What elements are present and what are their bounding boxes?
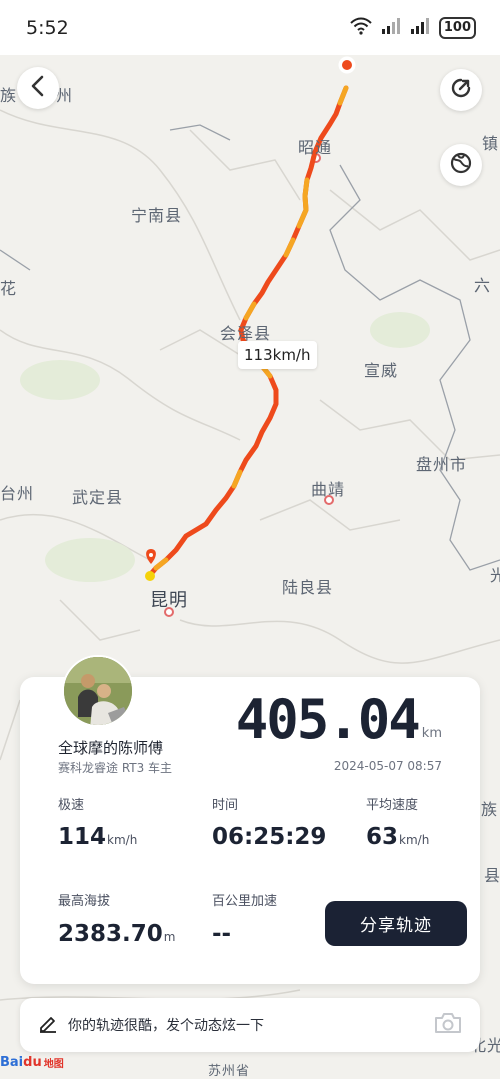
avg-speed-value: 63 <box>366 824 399 850</box>
avg-speed-unit: km/h <box>399 833 430 847</box>
map-label-edge: 六 <box>474 276 492 295</box>
map-layer-icon <box>449 151 473 179</box>
user-name: 全球摩的陈师傅 <box>58 739 164 757</box>
edit-icon <box>38 1013 58 1037</box>
acceleration-label: 百公里加速 <box>212 894 278 909</box>
max-altitude-label: 最高海拔 <box>58 894 111 909</box>
map-label-edge: 台州 <box>0 484 35 503</box>
avg-speed: 63 km/h <box>366 824 429 850</box>
avatar-image <box>64 657 132 725</box>
baidu-logo-du: du <box>23 1055 42 1070</box>
map-layer-button[interactable] <box>440 144 482 186</box>
camera-icon[interactable] <box>434 1012 462 1038</box>
top-speed-value: 114 <box>58 824 107 850</box>
max-altitude-unit: m <box>163 930 176 944</box>
avatar[interactable] <box>62 655 134 727</box>
share-route-button[interactable] <box>440 69 482 111</box>
distance: 405.04 km <box>236 691 442 749</box>
acceleration-value: -- <box>212 921 232 947</box>
signal-icon <box>381 17 401 38</box>
map-label-edge: 光 <box>490 566 500 585</box>
top-speed-unit: km/h <box>107 833 138 847</box>
map-label-edge: 苏州省 <box>208 1064 251 1079</box>
battery-indicator: 100 <box>438 16 476 39</box>
share-track-button[interactable]: 分享轨迹 <box>325 901 467 946</box>
back-button[interactable] <box>17 67 59 109</box>
status-icons: 100 <box>350 16 476 39</box>
time-label: 时间 <box>212 798 239 813</box>
max-altitude: 2383.70 m <box>58 921 175 947</box>
post-prompt-text: 你的轨迹很酷，发个动态炫一下 <box>68 1018 264 1034</box>
map-label-edge: 花 <box>0 279 18 298</box>
map-label-panzhou: 盘州市 <box>416 455 468 474</box>
avg-speed-label: 平均速度 <box>366 798 419 813</box>
map-label-qujing: 曲靖 <box>311 480 346 499</box>
map-label-kunming: 昆明 <box>150 590 188 611</box>
status-time: 5:52 <box>26 16 69 39</box>
baidu-map-logo: Bai du 地图 <box>0 1055 64 1070</box>
start-pin <box>145 549 156 581</box>
max-altitude-value: 2383.70 <box>58 921 163 947</box>
speed-tag: 113km/h <box>238 341 317 369</box>
time-value: 06:25:29 <box>212 824 327 850</box>
wifi-icon <box>350 17 372 39</box>
back-icon <box>29 75 47 101</box>
map-label-edge: 族 <box>0 86 18 105</box>
share-route-icon <box>449 76 473 104</box>
map-label-zhaotong: 昭通 <box>298 138 333 157</box>
baidu-logo-map: 地图 <box>43 1059 64 1070</box>
map-label-edge: 县 <box>484 866 500 885</box>
map-label-ningnan: 宁南县 <box>131 206 183 225</box>
map-label-xuanwei: 宣威 <box>364 361 399 380</box>
distance-unit: km <box>421 726 442 741</box>
trip-date: 2024-05-07 08:57 <box>333 759 442 773</box>
user-vehicle: 赛科龙睿途 RT3 车主 <box>58 761 173 775</box>
status-bar: 5:52 100 <box>0 0 500 55</box>
map-label-edge: 族 <box>481 800 499 819</box>
baidu-logo-bai: Bai <box>0 1055 24 1070</box>
post-prompt-bar[interactable]: 你的轨迹很酷，发个动态炫一下 <box>20 998 480 1052</box>
map-label-luliang: 陆良县 <box>282 578 334 597</box>
map-label-wuding: 武定县 <box>72 488 124 507</box>
top-speed: 114 km/h <box>58 824 137 850</box>
map-label-edge: 镇 <box>482 134 500 153</box>
trip-summary-card: 全球摩的陈师傅 赛科龙睿途 RT3 车主 405.04 km 2024-05-0… <box>20 655 480 984</box>
top-speed-label: 极速 <box>58 798 85 813</box>
signal-icon <box>410 17 430 38</box>
distance-value: 405.04 <box>235 688 421 751</box>
